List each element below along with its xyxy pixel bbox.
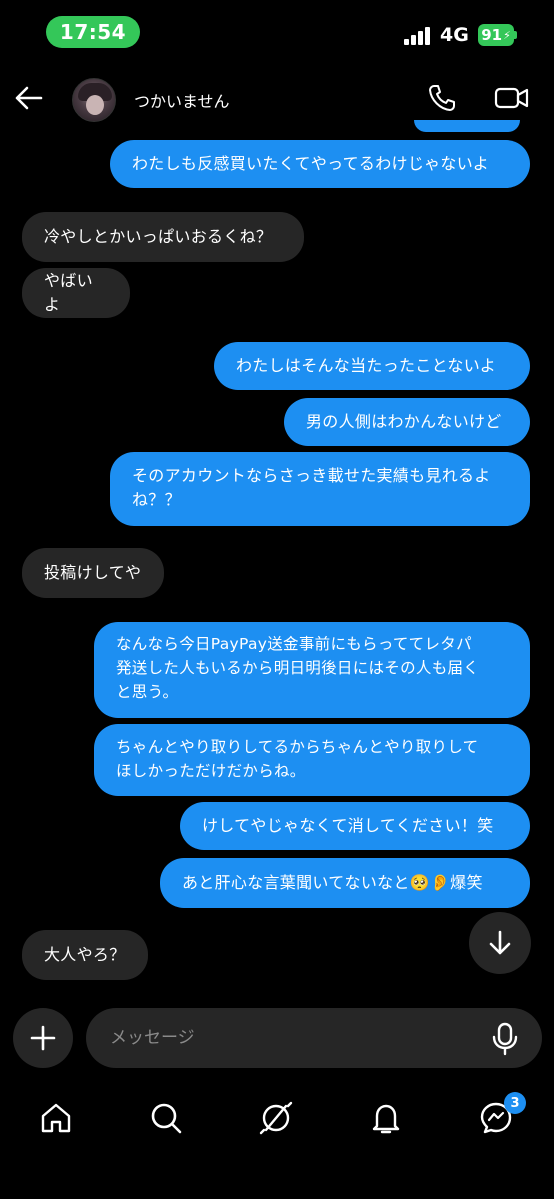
- signal-icon: [404, 27, 434, 45]
- message-bubble-received[interactable]: 投稿けしてや: [22, 548, 164, 598]
- message-text: 男の人側はわかんないけど: [306, 412, 502, 431]
- message-text: あと肝心な言葉聞いてないなと🥺👂爆笑: [182, 873, 483, 892]
- message-input[interactable]: [86, 1008, 542, 1068]
- bottom-nav: [0, 1086, 554, 1156]
- message-text: けしてやじゃなくて消してください！笑: [202, 816, 494, 835]
- message-line: ね？？: [132, 490, 181, 509]
- message-bubble-received[interactable]: やばいよ: [22, 268, 130, 318]
- network-type: 4G: [440, 24, 469, 46]
- message-line: なんなら今日PayPay送金事前にもらっててレタパ: [116, 635, 472, 653]
- contact-name[interactable]: つかいません: [134, 88, 230, 112]
- home-icon[interactable]: [36, 1098, 76, 1138]
- message-bubble-sent[interactable]: そのアカウントならさっき載せた実績も見れるよ ね？？: [110, 452, 530, 526]
- message-text: 投稿けしてや: [44, 563, 142, 582]
- message-line: そのアカウントならさっき載せた実績も見れるよ: [132, 466, 491, 485]
- message-bubble-sent[interactable]: なんなら今日PayPay送金事前にもらっててレタパ 発送した人もいるから明日明後…: [94, 622, 530, 718]
- message-bubble-sent[interactable]: わたしも反感買いたくてやってるわけじゃないよ: [110, 140, 530, 188]
- battery-cap: [514, 31, 517, 39]
- video-call-icon[interactable]: [494, 84, 530, 112]
- message-bubble-sent[interactable]: あと肝心な言葉聞いてないなと🥺👂爆笑: [160, 858, 530, 908]
- battery-icon: 91 ⚡: [478, 24, 514, 46]
- search-icon[interactable]: [146, 1098, 186, 1138]
- plus-icon: [30, 1025, 56, 1051]
- message-bubble-sent[interactable]: ちゃんとやり取りしてるからちゃんとやり取りして ほしかっただけだからね。: [94, 724, 530, 796]
- message-bubble-sent[interactable]: わたしはそんな当たったことないよ: [214, 342, 530, 390]
- message-line: ほしかっただけだからね。: [116, 762, 306, 780]
- battery-level: 91: [481, 26, 503, 44]
- message-text: 大人やろ？: [44, 945, 126, 964]
- phone-icon[interactable]: [426, 82, 458, 114]
- message-bubble-sent[interactable]: けしてやじゃなくて消してください！笑: [180, 802, 530, 850]
- message-text: わたしはそんな当たったことないよ: [236, 356, 497, 375]
- avatar[interactable]: [72, 78, 116, 122]
- message-bubble-sent[interactable]: 男の人側はわかんないけど: [284, 398, 530, 446]
- add-attachment-button[interactable]: [13, 1008, 73, 1068]
- back-arrow-icon[interactable]: [14, 84, 44, 112]
- message-text: わたしも反感買いたくてやってるわけじゃないよ: [132, 154, 490, 173]
- arrow-down-icon: [489, 930, 511, 955]
- message-bubble-received[interactable]: 大人やろ？: [22, 930, 148, 980]
- message-text: 冷やしとかいっぱいおるくね？: [44, 227, 273, 246]
- message-bubble-partial: [414, 120, 520, 132]
- status-time[interactable]: 17:54: [46, 16, 140, 48]
- message-bubble-received[interactable]: 冷やしとかいっぱいおるくね？: [22, 212, 304, 262]
- messages-badge: 3: [504, 1092, 526, 1114]
- message-line: 発送した人もいるから明日明後日にはその人も届く: [116, 659, 480, 677]
- message-line: ちゃんとやり取りしてるからちゃんとやり取りして: [116, 738, 479, 756]
- explore-icon[interactable]: [256, 1098, 296, 1138]
- message-line: と思う。: [116, 683, 179, 701]
- status-bar: 17:54 4G 91 ⚡: [0, 0, 554, 64]
- microphone-icon[interactable]: [490, 1022, 520, 1056]
- scroll-to-bottom-button[interactable]: [469, 912, 531, 974]
- message-text: やばいよ: [44, 271, 93, 314]
- notifications-icon[interactable]: [366, 1098, 406, 1138]
